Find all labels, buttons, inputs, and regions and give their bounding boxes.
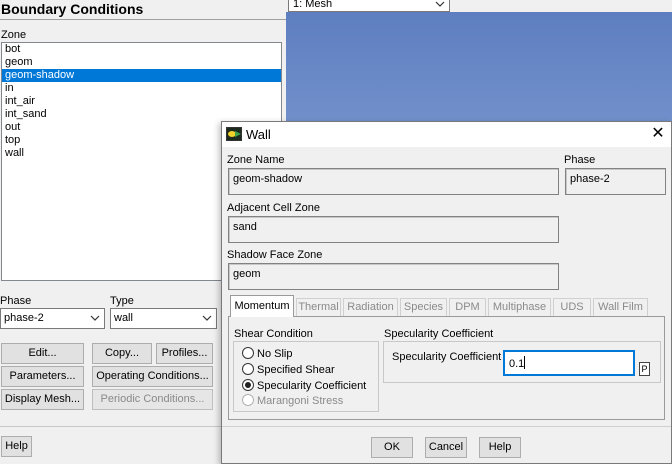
tab-momentum[interactable]: Momentum (230, 295, 294, 317)
radio-no-slip[interactable]: No Slip (242, 347, 292, 361)
phase-label: Phase (0, 295, 32, 307)
type-select[interactable]: wall (110, 308, 217, 329)
shadow-face-zone-field[interactable]: geom (228, 263, 559, 290)
radio-label: Marangoni Stress (257, 395, 344, 407)
adjacent-cell-zone-label: Adjacent Cell Zone (227, 202, 320, 214)
radio-button-selected[interactable] (242, 379, 254, 391)
close-icon[interactable]: ✕ (650, 125, 666, 143)
zone-item-geom-shadow[interactable]: geom-shadow (2, 69, 281, 82)
radio-marangoni-stress: Marangoni Stress (242, 394, 343, 408)
radio-specularity-coefficient[interactable]: Specularity Coefficient (242, 379, 366, 393)
phase-label: Phase (564, 154, 596, 166)
panel-title: Boundary Conditions (1, 1, 144, 17)
zone-name-label: Zone Name (227, 154, 285, 166)
chevron-down-icon (90, 315, 100, 321)
tab-uds[interactable]: UDS (553, 298, 591, 317)
zone-item-in[interactable]: in (2, 82, 281, 95)
adjacent-cell-zone-field[interactable]: sand (228, 216, 559, 243)
cancel-button[interactable]: Cancel (425, 437, 467, 458)
radio-button (242, 394, 254, 406)
radio-button[interactable] (242, 363, 254, 375)
dialog-bottom-divider (222, 426, 671, 427)
ok-button[interactable]: OK (371, 437, 413, 458)
profiles-button[interactable]: Profiles... (156, 343, 213, 364)
zone-item-int-sand[interactable]: int_sand (2, 108, 281, 121)
tab-species[interactable]: Species (400, 298, 447, 317)
help-button[interactable]: Help (1, 436, 32, 457)
periodic-conditions-button: Periodic Conditions... (92, 389, 213, 410)
radio-button[interactable] (242, 347, 254, 359)
fluent-app-icon (226, 127, 242, 141)
parameter-button[interactable]: P (639, 362, 650, 376)
type-label: Type (110, 295, 134, 307)
zone-name-field[interactable]: geom-shadow (228, 168, 559, 195)
title-divider (0, 19, 286, 20)
chevron-down-icon (435, 1, 445, 7)
tab-strip: Momentum Thermal Radiation Species DPM M… (228, 295, 665, 317)
wall-dialog: Wall ✕ Zone Name geom-shadow Phase phase… (221, 121, 672, 464)
text-caret (524, 356, 526, 369)
zone-label: Zone (1, 29, 27, 41)
shadow-face-zone-label: Shadow Face Zone (227, 249, 323, 261)
radio-label: Specularity Coefficient (257, 380, 367, 392)
specularity-value: 0.1 (509, 358, 525, 370)
tab-dpm[interactable]: DPM (449, 298, 486, 317)
help-button[interactable]: Help (479, 437, 521, 458)
chevron-down-icon (202, 315, 212, 321)
specularity-field-label: Specularity Coefficient (392, 351, 502, 363)
copy-button[interactable]: Copy... (92, 343, 152, 364)
radio-label: No Slip (257, 348, 293, 360)
zone-item-bot[interactable]: bot (2, 43, 281, 56)
operating-conditions-button[interactable]: Operating Conditions... (92, 366, 213, 387)
tab-multiphase[interactable]: Multiphase (488, 298, 551, 317)
display-mesh-button[interactable]: Display Mesh... (1, 389, 84, 410)
parameters-button[interactable]: Parameters... (1, 366, 84, 387)
tab-radiation[interactable]: Radiation (343, 298, 398, 317)
phase-select[interactable]: phase-2 (0, 308, 105, 329)
specularity-coefficient-input[interactable]: 0.1 (503, 350, 635, 376)
specularity-group-label: Specularity Coefficient (384, 328, 494, 340)
shear-condition-group: No Slip Specified Shear Specularity Coef… (233, 341, 379, 412)
dialog-title: Wall (246, 127, 271, 142)
zone-item-int-air[interactable]: int_air (2, 95, 281, 108)
zone-item-geom[interactable]: geom (2, 56, 281, 69)
shear-condition-label: Shear Condition (234, 328, 313, 340)
dialog-titlebar[interactable]: Wall ✕ (222, 122, 671, 147)
graphics-view-select-value: 1: Mesh (293, 0, 333, 10)
phase-select-value: phase-2 (4, 312, 44, 324)
type-select-value: wall (114, 312, 133, 324)
tab-thermal[interactable]: Thermal (296, 298, 341, 317)
radio-specified-shear[interactable]: Specified Shear (242, 363, 335, 377)
phase-field[interactable]: phase-2 (565, 168, 666, 195)
edit-button[interactable]: Edit... (1, 343, 84, 364)
tab-wall-film[interactable]: Wall Film (593, 298, 648, 317)
radio-label: Specified Shear (257, 364, 335, 376)
graphics-view-select[interactable]: 1: Mesh (288, 0, 450, 12)
